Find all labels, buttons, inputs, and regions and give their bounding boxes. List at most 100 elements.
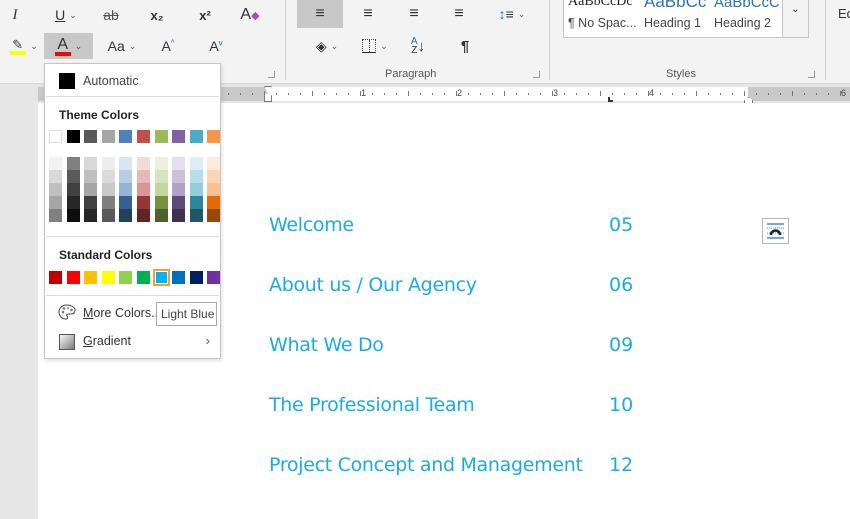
gradient-option[interactable]: Gradient › bbox=[45, 329, 220, 355]
standard-color-swatch[interactable] bbox=[66, 271, 80, 284]
editing-button[interactable]: Ed bbox=[838, 6, 850, 21]
align-center-button[interactable]: ≡ bbox=[355, 0, 381, 28]
toc-entry-title[interactable]: About us / Our Agency bbox=[269, 274, 477, 296]
standard-color-swatch[interactable] bbox=[172, 271, 186, 284]
theme-shade-swatch[interactable] bbox=[101, 170, 115, 183]
theme-shade-swatch[interactable] bbox=[154, 183, 168, 196]
theme-shade-swatch[interactable] bbox=[101, 209, 115, 222]
font-color-button[interactable]: A ⌄ bbox=[44, 33, 93, 59]
subscript-button[interactable]: x₂ bbox=[144, 2, 170, 28]
font-dialog-launcher[interactable] bbox=[268, 71, 275, 78]
styles-more-button[interactable]: ⌄ bbox=[782, 0, 809, 38]
toc-entry-page[interactable]: 10 bbox=[609, 394, 633, 416]
theme-shade-swatch[interactable] bbox=[189, 183, 203, 196]
theme-shade-swatch[interactable] bbox=[207, 183, 221, 196]
theme-shade-swatch[interactable] bbox=[84, 196, 98, 209]
shrink-font-button[interactable]: Av bbox=[204, 33, 228, 59]
toc-entry-title[interactable]: The Professional Team bbox=[269, 394, 475, 416]
standard-color-swatch[interactable] bbox=[189, 271, 203, 284]
shading-button[interactable]: ◈ ⌄ bbox=[307, 33, 347, 59]
sort-button[interactable]: A Z ↓ bbox=[405, 33, 431, 59]
layout-options-button[interactable] bbox=[762, 218, 789, 244]
theme-shade-swatch[interactable] bbox=[84, 170, 98, 183]
theme-color-swatch[interactable] bbox=[154, 130, 168, 143]
theme-shade-swatch[interactable] bbox=[189, 196, 203, 209]
standard-color-swatch[interactable] bbox=[84, 271, 98, 284]
style-heading-1[interactable]: AaBbCc Heading 1 bbox=[640, 0, 714, 37]
chevron-down-icon[interactable]: ⌄ bbox=[129, 41, 137, 52]
theme-shade-swatch[interactable] bbox=[172, 157, 186, 170]
standard-color-swatch[interactable] bbox=[137, 271, 150, 284]
theme-shade-swatch[interactable] bbox=[154, 209, 168, 222]
theme-shade-swatch[interactable] bbox=[154, 196, 168, 209]
theme-color-swatch[interactable] bbox=[207, 130, 221, 143]
theme-shade-swatch[interactable] bbox=[101, 157, 115, 170]
theme-color-swatch[interactable] bbox=[119, 130, 133, 143]
theme-shade-swatch[interactable] bbox=[172, 170, 186, 183]
theme-shade-swatch[interactable] bbox=[119, 196, 133, 209]
theme-shade-swatch[interactable] bbox=[137, 209, 150, 222]
theme-shade-swatch[interactable] bbox=[119, 209, 133, 222]
theme-color-swatch[interactable] bbox=[137, 130, 150, 143]
theme-shade-swatch[interactable] bbox=[119, 183, 133, 196]
theme-shade-swatch[interactable] bbox=[101, 196, 115, 209]
change-case-button[interactable]: Aa ⌄ bbox=[104, 33, 140, 59]
theme-shade-swatch[interactable] bbox=[207, 196, 221, 209]
toc-entry-page[interactable]: 12 bbox=[609, 454, 633, 476]
justify-button[interactable]: ≡ bbox=[446, 0, 472, 28]
standard-color-swatch[interactable] bbox=[101, 271, 115, 284]
theme-shade-swatch[interactable] bbox=[66, 170, 80, 183]
standard-color-swatch[interactable] bbox=[207, 271, 221, 284]
chevron-down-icon[interactable]: ⌄ bbox=[69, 10, 77, 21]
toc-entry-page[interactable]: 06 bbox=[609, 274, 633, 296]
theme-shade-swatch[interactable] bbox=[207, 209, 221, 222]
theme-color-swatch[interactable] bbox=[189, 130, 203, 143]
theme-shade-swatch[interactable] bbox=[49, 196, 62, 209]
theme-color-swatch[interactable] bbox=[172, 130, 186, 143]
paragraph-dialog-launcher[interactable] bbox=[533, 71, 540, 78]
chevron-down-icon[interactable]: ⌄ bbox=[380, 41, 388, 52]
theme-shade-swatch[interactable] bbox=[119, 170, 133, 183]
theme-shade-swatch[interactable] bbox=[172, 196, 186, 209]
theme-color-swatch[interactable] bbox=[49, 130, 62, 143]
theme-shade-swatch[interactable] bbox=[49, 157, 62, 170]
theme-shade-swatch[interactable] bbox=[137, 170, 150, 183]
theme-shade-swatch[interactable] bbox=[172, 183, 186, 196]
theme-shade-swatch[interactable] bbox=[137, 157, 150, 170]
theme-shade-swatch[interactable] bbox=[84, 157, 98, 170]
theme-color-swatch[interactable] bbox=[101, 130, 115, 143]
theme-shade-swatch[interactable] bbox=[49, 209, 62, 222]
align-right-button[interactable]: ≡ bbox=[401, 0, 427, 28]
line-spacing-button[interactable]: ↕≡ ⌄ bbox=[494, 0, 530, 28]
style-heading-2[interactable]: AaBbCcC Heading 2 bbox=[710, 0, 784, 37]
theme-shade-swatch[interactable] bbox=[189, 170, 203, 183]
theme-shade-swatch[interactable] bbox=[137, 183, 150, 196]
underline-button[interactable]: U ⌄ bbox=[46, 2, 86, 28]
clear-formatting-button[interactable]: A◆ bbox=[236, 2, 264, 28]
theme-shade-swatch[interactable] bbox=[137, 196, 150, 209]
borders-button[interactable]: ⌄ bbox=[355, 33, 395, 59]
theme-shade-swatch[interactable] bbox=[84, 209, 98, 222]
theme-shade-swatch[interactable] bbox=[207, 157, 221, 170]
standard-color-swatch[interactable] bbox=[49, 271, 62, 284]
theme-shade-swatch[interactable] bbox=[154, 170, 168, 183]
chevron-down-icon[interactable]: ⌄ bbox=[30, 41, 38, 52]
theme-shade-swatch[interactable] bbox=[66, 183, 80, 196]
theme-shade-swatch[interactable] bbox=[84, 183, 98, 196]
theme-color-swatch[interactable] bbox=[66, 130, 80, 143]
theme-shade-swatch[interactable] bbox=[119, 157, 133, 170]
align-left-button[interactable]: ≡ bbox=[297, 0, 343, 28]
chevron-down-icon[interactable]: ⌄ bbox=[331, 41, 339, 52]
highlight-button[interactable]: ✎ ⌄ bbox=[4, 33, 44, 59]
automatic-color-option[interactable]: Automatic bbox=[45, 68, 220, 96]
theme-shade-swatch[interactable] bbox=[66, 209, 80, 222]
theme-shade-swatch[interactable] bbox=[49, 183, 62, 196]
standard-color-swatch[interactable] bbox=[152, 269, 170, 286]
grow-font-button[interactable]: A^ bbox=[156, 33, 180, 59]
toc-entry-title[interactable]: Welcome bbox=[269, 214, 354, 236]
toc-entry-title[interactable]: What We Do bbox=[269, 334, 384, 356]
theme-shade-swatch[interactable] bbox=[172, 209, 186, 222]
theme-color-swatch[interactable] bbox=[84, 130, 98, 143]
chevron-down-icon[interactable]: ⌄ bbox=[518, 9, 526, 20]
superscript-button[interactable]: x² bbox=[192, 2, 218, 28]
